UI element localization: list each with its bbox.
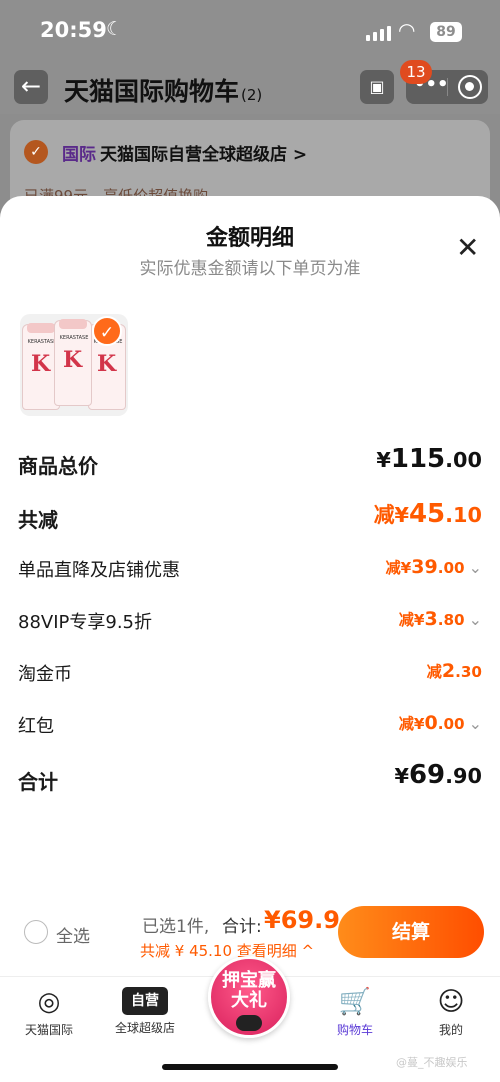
qr-scan-icon[interactable]: ▣ xyxy=(360,70,394,104)
notification-badge: 13 xyxy=(400,60,432,84)
view-detail-link[interactable]: 共减 ¥ 45.10 查看明细 ^ xyxy=(140,940,314,961)
status-bar: 20:59 ☾ ◠ 89 xyxy=(0,0,500,64)
product-bottle: KERASTASE K xyxy=(54,319,92,406)
amount-int: 0 xyxy=(424,712,438,734)
amount-prefix: 减 xyxy=(426,663,442,681)
amount-row[interactable]: 单品直降及店铺优惠 减¥39.00 ⌄ xyxy=(0,548,500,588)
sheet-title: 金额明细 xyxy=(205,226,294,251)
amount-row: 淘金币 减2.30 xyxy=(0,652,500,692)
amount-row-label: 商品总价 xyxy=(18,454,98,478)
battery-icon: 89 xyxy=(430,22,462,42)
product-letter: K xyxy=(97,351,117,377)
signal-icon xyxy=(366,26,391,41)
mascot-icon xyxy=(236,1015,262,1031)
amount-row: 合计 ¥69.90 xyxy=(0,758,500,798)
amount-row-value: ¥115.00 xyxy=(376,444,482,474)
chevron-down-icon[interactable]: ⌄ xyxy=(469,610,482,629)
amount-int: 2 xyxy=(441,660,456,682)
amount-prefix: 减 xyxy=(385,559,401,577)
amount-currency: ¥ xyxy=(394,764,409,788)
amount-dec: .00 xyxy=(437,715,465,733)
selected-count: 已选1件, xyxy=(142,917,210,937)
amount-dec: .30 xyxy=(455,663,482,681)
tab-label: 天猫国际 xyxy=(24,1023,73,1037)
tab-label: 全球超级店 xyxy=(114,1021,175,1035)
channel-label: 国际 xyxy=(62,145,96,165)
select-all-label[interactable]: 全选 xyxy=(56,922,90,947)
watermark: @蔓_不趣娱乐 xyxy=(396,1056,468,1069)
cart-count: (2) xyxy=(241,86,263,104)
close-target-icon[interactable] xyxy=(458,75,482,99)
amount-dec: .00 xyxy=(445,448,482,472)
tab-label: 购物车 xyxy=(336,1023,373,1037)
amount-int: 3 xyxy=(424,608,438,630)
amount-row-label: 单品直降及店铺优惠 xyxy=(18,560,180,581)
promo-floating-button[interactable]: 押宝赢大礼 xyxy=(208,956,290,1038)
tab-mine[interactable]: ☺ 我的 xyxy=(406,987,496,1038)
product-check-icon[interactable]: ✓ xyxy=(92,316,122,346)
amount-row-label: 共减 xyxy=(18,508,58,532)
home-indicator xyxy=(162,1064,338,1070)
amount-row-value: 减¥39.00 ⌄ xyxy=(385,556,482,578)
tab-global-store[interactable]: 自营 全球超级店 xyxy=(100,987,190,1036)
amount-int: 45 xyxy=(408,499,446,529)
amount-row-label: 红包 xyxy=(18,716,54,737)
product-brand: KERASTASE xyxy=(59,335,89,341)
product-letter: K xyxy=(31,351,51,377)
tab-label: 我的 xyxy=(438,1023,463,1037)
amount-prefix: 减 xyxy=(373,503,395,527)
amount-row-value: 减¥0.00 ⌄ xyxy=(399,712,482,734)
amount-currency: ¥ xyxy=(400,559,412,577)
amount-dec: .80 xyxy=(437,611,465,629)
chevron-down-icon[interactable]: ⌄ xyxy=(469,558,482,577)
ziying-icon: 自营 xyxy=(122,987,168,1015)
amount-row: 共减 减¥45.10 xyxy=(0,496,500,536)
amount-row[interactable]: 红包 减¥0.00 ⌄ xyxy=(0,704,500,744)
amount-currency: ¥ xyxy=(413,715,425,733)
select-all-radio[interactable] xyxy=(24,920,48,944)
amount-currency: ¥ xyxy=(376,448,391,472)
amount-currency: ¥ xyxy=(413,611,425,629)
amount-int: 39 xyxy=(411,556,438,578)
amount-dec: .10 xyxy=(445,503,482,527)
cart-icon: 🛒 xyxy=(338,987,372,1017)
amount-row-value: ¥69.90 xyxy=(394,760,482,790)
amount-row-label: 淘金币 xyxy=(18,664,72,685)
page-title: 天猫国际购物车 (2) xyxy=(64,72,262,108)
amount-row-label: 合计 xyxy=(18,770,58,794)
page-title-text: 天猫国际购物车 xyxy=(64,77,240,106)
planet-icon: ◎ xyxy=(37,987,61,1017)
amount-int: 115 xyxy=(390,444,446,474)
status-time: 20:59 xyxy=(40,18,107,42)
checkout-button[interactable]: 结算 xyxy=(338,906,484,958)
amount-row: 商品总价 ¥115.00 xyxy=(0,442,500,482)
close-icon[interactable]: ✕ xyxy=(456,234,479,262)
wifi-icon: ◠ xyxy=(398,18,416,42)
store-name[interactable]: 天猫国际自营全球超级店 > xyxy=(100,140,307,165)
amount-row-value: 减¥45.10 xyxy=(374,498,482,529)
store-check-icon[interactable]: ✓ xyxy=(24,140,48,164)
amount-dec: .90 xyxy=(445,764,482,788)
total-label: 合计: xyxy=(222,917,262,937)
amount-int: 69 xyxy=(408,760,446,790)
amount-row[interactable]: 88VIP专享9.5折 减¥3.80 ⌄ xyxy=(0,600,500,640)
tab-tmall-intl[interactable]: ◎ 天猫国际 xyxy=(4,987,94,1038)
moon-icon: ☾ xyxy=(106,18,124,40)
back-arrow-icon[interactable]: ← xyxy=(14,70,48,104)
smile-icon: ☺ xyxy=(437,987,465,1017)
sheet-subtitle: 实际优惠金额请以下单页为准 xyxy=(139,259,361,279)
total-value: ¥69.9 xyxy=(264,906,340,934)
amount-prefix: 减 xyxy=(398,715,414,733)
chevron-down-icon[interactable]: ⌄ xyxy=(469,714,482,733)
product-letter: K xyxy=(63,347,83,373)
amount-row-label: 88VIP专享9.5折 xyxy=(18,612,153,633)
amount-row-value: 减2.30 xyxy=(427,660,482,682)
amount-prefix: 减 xyxy=(398,611,414,629)
amount-currency: ¥ xyxy=(394,503,409,527)
amount-dec: .00 xyxy=(437,559,465,577)
promo-text: 押宝赢大礼 xyxy=(222,970,276,1011)
amount-row-value: 减¥3.80 ⌄ xyxy=(399,608,482,630)
tab-cart[interactable]: 🛒 购物车 xyxy=(310,987,400,1038)
